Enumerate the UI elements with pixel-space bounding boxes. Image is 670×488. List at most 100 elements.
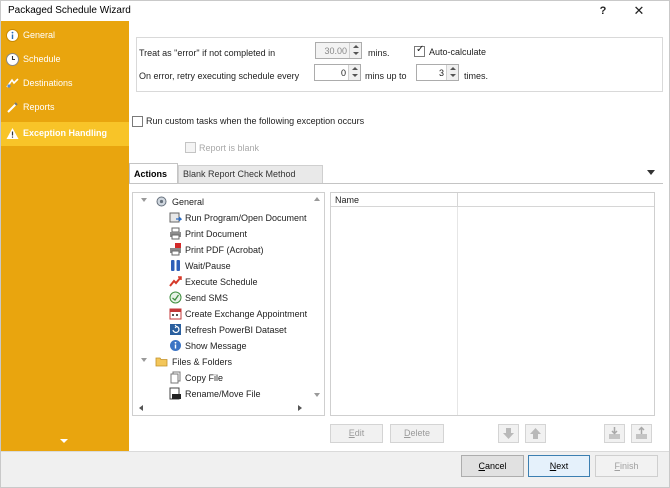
scroll-left-icon[interactable] bbox=[139, 405, 143, 411]
import-action-button[interactable] bbox=[604, 424, 625, 443]
tree-item-label: Send SMS bbox=[185, 293, 229, 303]
gear-icon bbox=[156, 196, 167, 207]
sidebar-item-schedule[interactable]: Schedule bbox=[1, 49, 129, 71]
tree-item[interactable]: Show Message bbox=[133, 338, 313, 354]
wizard-window: Packaged Schedule Wizard ? ✕ General Sch… bbox=[0, 0, 670, 488]
info-bubble-icon bbox=[170, 340, 181, 351]
export-action-button[interactable] bbox=[631, 424, 652, 443]
sidebar-item-reports[interactable]: Reports bbox=[1, 97, 129, 119]
tree-item-label: Rename/Move File bbox=[185, 389, 261, 399]
sidebar-item-label: Reports bbox=[23, 102, 55, 112]
expand-toggle-icon[interactable] bbox=[141, 358, 147, 362]
tree-item[interactable]: Create Exchange Appointment bbox=[133, 306, 313, 322]
timeout-value: 30.00 bbox=[324, 46, 347, 56]
copy-file-icon bbox=[170, 371, 181, 384]
times-label: times. bbox=[464, 71, 489, 81]
auto-calculate-checkbox[interactable] bbox=[414, 44, 425, 57]
tree-item[interactable]: Refresh PowerBI Dataset bbox=[133, 322, 313, 338]
retry-count-spinner[interactable]: 3 bbox=[416, 64, 459, 81]
tree-item-label: Print PDF (Acrobat) bbox=[185, 245, 264, 255]
error-options-group bbox=[136, 37, 663, 92]
actions-tree[interactable]: General Run Program/Open Document Print … bbox=[132, 192, 325, 416]
arrow-up-icon bbox=[530, 428, 541, 439]
tree-group-label: Files & Folders bbox=[172, 357, 233, 367]
cancel-button[interactable]: Cancel bbox=[461, 455, 524, 477]
tree-item[interactable]: Print PDF (Acrobat) bbox=[133, 242, 313, 258]
clock-icon bbox=[6, 53, 19, 66]
edit-button[interactable]: Edit bbox=[330, 424, 383, 443]
tab-divider bbox=[129, 183, 663, 184]
execute-schedule-icon bbox=[169, 276, 182, 287]
tree-item[interactable]: Send SMS bbox=[133, 290, 313, 306]
refresh-icon bbox=[170, 324, 181, 335]
move-down-button[interactable] bbox=[498, 424, 519, 443]
reports-icon bbox=[7, 102, 18, 113]
retry-interval-spinner[interactable]: 0 bbox=[314, 64, 361, 81]
retry-interval-value: 0 bbox=[340, 68, 346, 78]
report-blank-checkbox[interactable] bbox=[185, 142, 196, 153]
tree-group-general[interactable]: General bbox=[133, 194, 313, 210]
spinner-arrows-icon[interactable] bbox=[348, 65, 360, 80]
tree-item-label: Run Program/Open Document bbox=[185, 213, 307, 223]
close-button[interactable]: ✕ bbox=[631, 3, 647, 19]
next-button[interactable]: Next bbox=[528, 455, 590, 477]
mins-label: mins. bbox=[368, 48, 390, 58]
tab-dropdown-icon[interactable] bbox=[647, 170, 655, 175]
sidebar-item-label: General bbox=[23, 30, 56, 40]
sidebar-item-destinations[interactable]: Destinations bbox=[1, 73, 129, 95]
pdf-printer-icon bbox=[170, 243, 181, 256]
spinner-arrows-icon[interactable] bbox=[349, 43, 361, 58]
delete-button[interactable]: Delete bbox=[390, 424, 444, 443]
tree-item-label: Print Document bbox=[185, 229, 248, 239]
scroll-right-icon[interactable] bbox=[298, 405, 302, 411]
sms-icon bbox=[169, 291, 182, 304]
finish-button[interactable]: Finish bbox=[595, 455, 658, 477]
tab-blank-report-check-method[interactable]: Blank Report Check Method bbox=[178, 165, 323, 184]
sidebar-item-exception-handling[interactable]: Exception Handling bbox=[1, 122, 129, 146]
expand-toggle-icon[interactable] bbox=[141, 198, 147, 202]
tree-item-label: Wait/Pause bbox=[185, 261, 231, 271]
column-header-name[interactable]: Name bbox=[335, 195, 359, 205]
sidebar-item-label: Schedule bbox=[23, 54, 61, 64]
tree-group-label: General bbox=[172, 197, 205, 207]
tab-strip: Actions Blank Report Check Method bbox=[129, 163, 663, 184]
sidebar-item-label: Destinations bbox=[23, 78, 73, 88]
info-icon bbox=[6, 29, 19, 42]
sidebar-scroll-down-icon[interactable] bbox=[60, 439, 68, 443]
tree-item[interactable]: Rename/Move File bbox=[133, 386, 313, 402]
printer-icon bbox=[170, 227, 181, 240]
pause-icon bbox=[171, 260, 180, 271]
sidebar-item-label: Exception Handling bbox=[23, 128, 108, 138]
tree-group-files-folders[interactable]: Files & Folders bbox=[133, 354, 313, 370]
spinner-arrows-icon[interactable] bbox=[446, 65, 458, 80]
timeout-spinner[interactable]: 30.00 bbox=[315, 42, 362, 59]
actions-grid[interactable]: Name bbox=[330, 192, 655, 416]
calendar-icon bbox=[169, 308, 182, 320]
tree-item[interactable]: Execute Schedule bbox=[133, 274, 313, 290]
tree-item[interactable]: Run Program/Open Document bbox=[133, 210, 313, 226]
run-program-icon bbox=[169, 212, 182, 223]
folder-icon bbox=[155, 357, 168, 367]
report-blank-label: Report is blank bbox=[199, 143, 260, 153]
move-up-button[interactable] bbox=[525, 424, 546, 443]
sidebar: General Schedule Destinations Reports Ex… bbox=[1, 21, 129, 451]
tree-item-label: Show Message bbox=[185, 341, 247, 351]
grid-header: Name bbox=[331, 193, 654, 207]
sidebar-item-general[interactable]: General bbox=[1, 25, 129, 47]
scroll-down-icon[interactable] bbox=[314, 393, 320, 397]
tree-item-label: Copy File bbox=[185, 373, 224, 383]
column-separator bbox=[457, 193, 458, 207]
tree-item[interactable]: Wait/Pause bbox=[133, 258, 313, 274]
retry-label: On error, retry executing schedule every bbox=[139, 71, 300, 81]
tab-actions[interactable]: Actions bbox=[129, 163, 178, 184]
custom-tasks-checkbox[interactable] bbox=[132, 116, 143, 127]
arrow-down-icon bbox=[503, 428, 514, 439]
custom-tasks-label: Run custom tasks when the following exce… bbox=[146, 116, 365, 126]
help-button[interactable]: ? bbox=[595, 3, 611, 19]
treat-as-error-label: Treat as "error" if not completed in bbox=[139, 48, 276, 58]
tree-item[interactable]: Print Document bbox=[133, 226, 313, 242]
scroll-up-icon[interactable] bbox=[314, 197, 320, 201]
tree-item[interactable]: Copy File bbox=[133, 370, 313, 386]
import-icon bbox=[609, 427, 620, 439]
auto-calculate-label: Auto-calculate bbox=[429, 47, 487, 57]
